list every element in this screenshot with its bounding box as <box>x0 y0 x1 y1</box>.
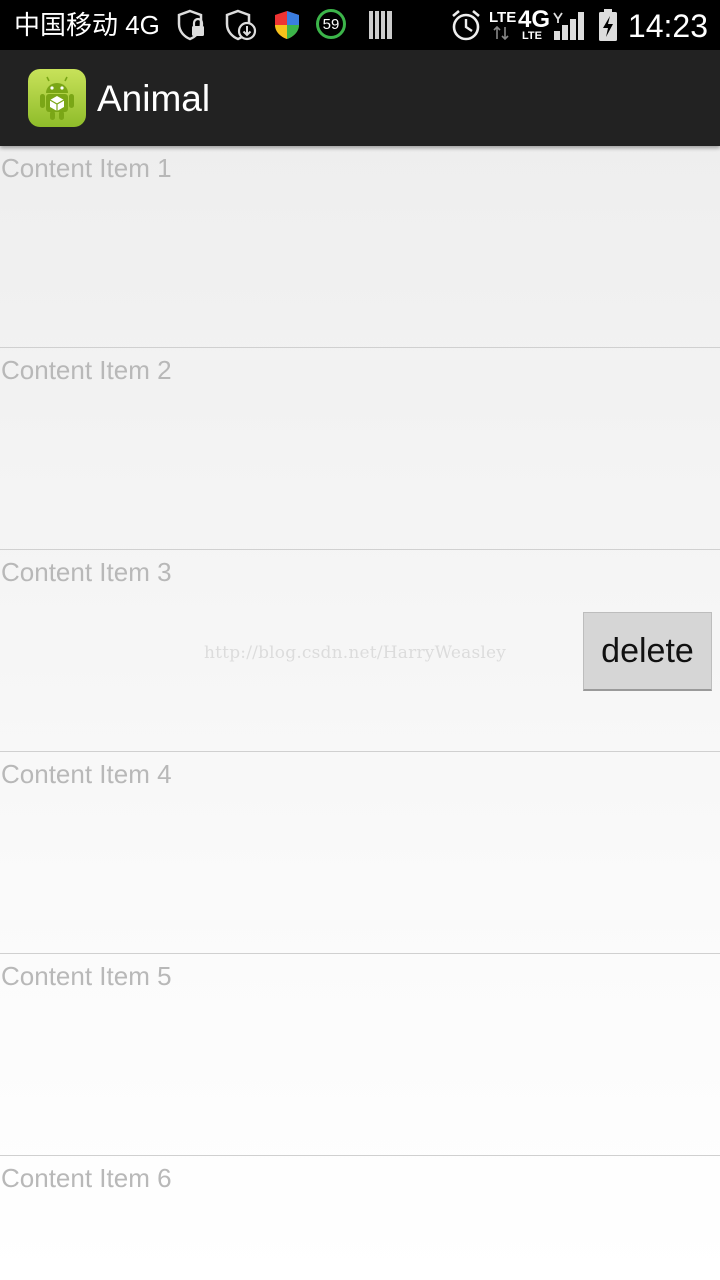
shield-download-icon <box>224 8 258 42</box>
list-item[interactable]: Content Item 3 http://blog.csdn.net/Harr… <box>0 550 720 752</box>
battery-saver-badge: 59 <box>316 9 346 39</box>
list-item-label: Content Item 1 <box>1 153 172 183</box>
data-arrows-icon <box>491 25 511 41</box>
list-item[interactable]: Content Item 5 <box>0 954 720 1156</box>
lte-label: LTE <box>489 9 517 26</box>
status-bar: 中国移动 4G 59 LTE 4G LTE 14:23 <box>0 0 720 50</box>
android-app-icon[interactable] <box>28 69 86 127</box>
barcode-icon <box>368 8 394 42</box>
lte-sub-label: LTE <box>522 30 542 42</box>
carrier-label: 中国移动 4G <box>14 10 160 40</box>
signal-strength-icon <box>550 8 586 42</box>
list-item-label: Content Item 5 <box>1 961 172 991</box>
app-title: Animal <box>97 78 211 119</box>
list-item-label: Content Item 2 <box>1 355 172 385</box>
alarm-clock-icon <box>449 8 483 42</box>
list-item[interactable]: Content Item 4 <box>0 752 720 954</box>
network-4g-label: 4G <box>518 6 551 33</box>
shield-lock-icon <box>176 8 208 42</box>
content-list[interactable]: Content Item 1 Content Item 2 Content It… <box>0 146 720 1280</box>
list-item[interactable]: Content Item 1 <box>0 146 720 348</box>
battery-charging-icon <box>596 8 620 42</box>
action-bar: Animal <box>0 50 720 146</box>
list-item[interactable]: Content Item 6 <box>0 1156 720 1280</box>
clock-time: 14:23 <box>627 8 708 44</box>
security-shield-icon <box>272 8 302 42</box>
delete-button[interactable]: delete <box>583 612 712 691</box>
list-item-label: Content Item 4 <box>1 759 172 789</box>
list-item-label: Content Item 3 <box>1 557 172 587</box>
watermark-text: http://blog.csdn.net/HarryWeasley <box>204 643 507 663</box>
list-item-label: Content Item 6 <box>1 1163 172 1193</box>
list-item[interactable]: Content Item 2 <box>0 348 720 550</box>
